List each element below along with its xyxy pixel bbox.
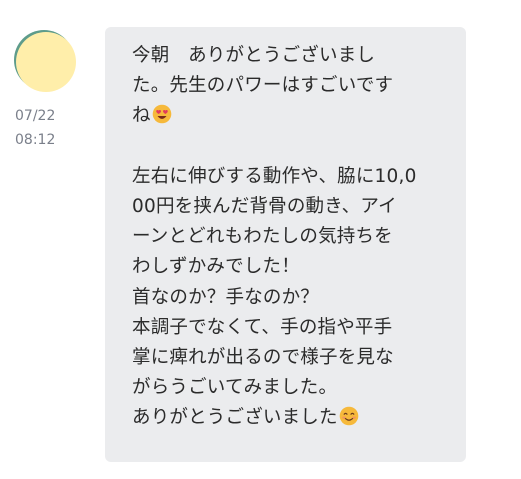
message-line: わしずかみでした！ [132, 256, 300, 278]
message-line: 本調子でなくて、手の指や平手 [132, 316, 393, 338]
message-line: ありがとうございました [132, 407, 338, 429]
message-line: た。先生のパワーはすごいです [132, 75, 394, 97]
message-line: 左右に伸びする動作や、脇に10,0 [132, 165, 417, 187]
message-timestamp: 07/22 08:12 [15, 104, 55, 152]
message-line: ね [132, 105, 151, 127]
message-line: がらうごいてみました。 [132, 377, 338, 399]
smiling-face-emoji-icon [339, 407, 359, 426]
timestamp-time: 08:12 [15, 132, 56, 148]
avatar[interactable] [16, 32, 76, 92]
heart-eyes-emoji-icon [152, 105, 172, 124]
message-line: 掌に痺れが出るので様子を見な [132, 347, 394, 369]
timestamp-date: 07/22 [15, 108, 56, 124]
message-text: 今朝 ありがとうございまし た。先生のパワーはすごいです ね 左右に伸びする動作… [132, 41, 450, 434]
message-line: ーンとどれもわたしの気持ちを [132, 226, 393, 248]
message-bubble: 今朝 ありがとうございまし た。先生のパワーはすごいです ね 左右に伸びする動作… [105, 27, 466, 462]
message-line: 00円を挟んだ背骨の動き、アイ [132, 196, 397, 218]
message-line: 今朝 ありがとうございまし [132, 45, 376, 66]
message-line: 首なのか？手なのか？ [132, 286, 320, 308]
